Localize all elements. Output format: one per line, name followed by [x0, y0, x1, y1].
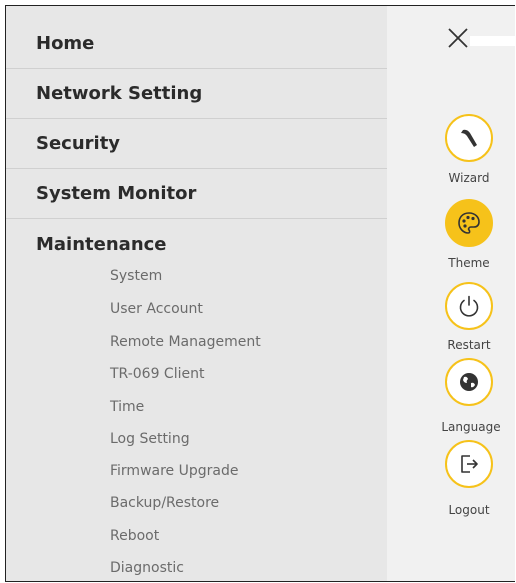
wand-icon [461, 129, 477, 147]
header-bar-fragment [470, 36, 515, 46]
globe-icon [460, 373, 478, 391]
logout-button[interactable] [445, 440, 493, 488]
menu-item-maintenance[interactable]: Maintenance [6, 219, 387, 269]
logout-icon [461, 455, 478, 473]
restart-label: Restart [447, 338, 491, 352]
submenu-item-backup-restore[interactable]: Backup/Restore [110, 495, 219, 511]
menu-item-network-setting[interactable]: Network Setting [6, 69, 387, 119]
restart-button[interactable] [445, 282, 493, 330]
menu-item-home[interactable]: Home [6, 19, 387, 69]
navigation-drawer: Home Network Setting Security System Mon… [5, 5, 515, 582]
palette-icon [458, 212, 480, 234]
theme-button[interactable] [445, 199, 493, 247]
submenu-item-time[interactable]: Time [110, 399, 144, 415]
submenu-item-system[interactable]: System [110, 268, 162, 284]
menu-item-system-monitor[interactable]: System Monitor [6, 169, 387, 219]
menu-item-label: Security [36, 133, 121, 154]
menu-item-label: System Monitor [36, 183, 197, 204]
menu-item-security[interactable]: Security [6, 119, 387, 169]
submenu-item-reboot[interactable]: Reboot [110, 528, 159, 544]
submenu-item-firmware-upgrade[interactable]: Firmware Upgrade [110, 463, 238, 479]
submenu-item-log-setting[interactable]: Log Setting [110, 431, 190, 447]
language-button[interactable] [445, 358, 493, 406]
close-button[interactable] [446, 26, 470, 50]
power-icon [459, 295, 479, 317]
theme-label: Theme [448, 256, 490, 270]
wizard-button[interactable] [445, 114, 493, 162]
submenu-item-tr069-client[interactable]: TR-069 Client [110, 366, 204, 382]
menu-item-label: Maintenance [36, 233, 167, 255]
menu-item-label: Home [36, 33, 95, 54]
menu-item-label: Network Setting [36, 83, 203, 104]
language-label: Language [441, 420, 501, 434]
logout-label: Logout [448, 503, 490, 517]
main-menu: Home Network Setting Security System Mon… [6, 6, 387, 581]
close-icon [448, 28, 468, 48]
submenu-item-diagnostic[interactable]: Diagnostic [110, 560, 184, 576]
submenu-item-remote-management[interactable]: Remote Management [110, 334, 261, 350]
submenu-item-user-account[interactable]: User Account [110, 301, 203, 317]
wizard-label: Wizard [448, 171, 490, 185]
